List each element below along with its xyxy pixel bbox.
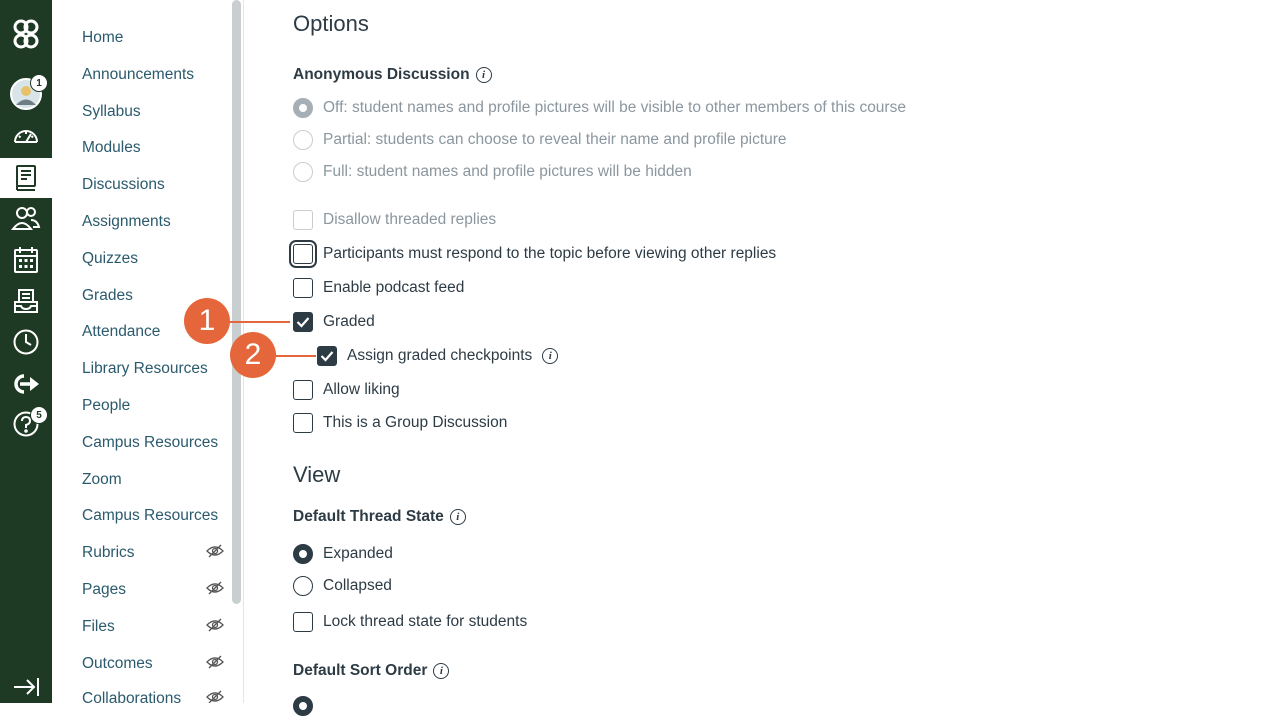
course-nav-assignments[interactable]: Assignments [82,213,171,231]
course-nav-syllabus[interactable]: Syllabus [82,103,141,121]
account-avatar[interactable]: 1 [0,74,52,114]
courses-icon[interactable] [0,158,52,198]
must-respond-checkbox[interactable]: Participants must respond to the topic b… [289,240,777,268]
anonymous-discussion-text: Anonymous Discussion [293,66,470,83]
course-nav-library-resources[interactable]: Library Resources [82,360,208,378]
anonymous-discussion-label: Anonymous Discussion i [293,66,492,84]
course-nav-home[interactable]: Home [82,29,123,47]
course-nav-grades[interactable]: Grades [82,287,133,305]
history-icon[interactable] [0,322,52,362]
checkbox-label: Assign graded checkpoints [347,347,533,364]
course-nav-modules[interactable]: Modules [82,139,141,157]
group-discussion-checkbox[interactable]: This is a Group Discussion [293,413,507,433]
course-nav-quizzes[interactable]: Quizzes [82,250,138,268]
course-nav-outcomes[interactable]: Outcomes [82,655,153,673]
checkbox-label: Graded [323,313,375,330]
info-icon[interactable]: i [449,509,466,525]
checkbox-label: This is a Group Discussion [323,414,508,431]
anonymous-partial-radio[interactable]: Partial: students can choose to reveal t… [293,130,787,150]
eye-slash-icon [206,655,224,669]
anonymous-off-radio[interactable]: Off: student names and profile pictures … [293,98,906,118]
eye-slash-icon [206,618,224,632]
info-icon[interactable]: i [475,67,492,83]
expanded-radio[interactable]: Expanded [293,544,393,564]
options-heading: Options [293,11,369,36]
radio-label: Expanded [323,545,393,562]
groups-icon[interactable] [0,198,52,238]
checkbox[interactable] [293,380,313,400]
checkbox[interactable] [293,210,313,230]
graded-checkbox[interactable]: Graded [293,312,375,332]
course-nav-rubrics[interactable]: Rubrics [82,544,135,562]
collapse-nav-icon[interactable] [0,667,52,707]
collapsed-radio[interactable]: Collapsed [293,576,392,596]
callout-1: 1 [184,298,230,344]
callout-leader-1 [228,321,290,323]
help-badge: 5 [30,406,48,424]
checkbox[interactable] [293,312,313,332]
checkbox[interactable] [293,612,313,632]
radio-button[interactable] [293,130,313,150]
dashboard-icon[interactable] [0,117,52,157]
radio-label: Partial: students can choose to reveal t… [323,131,787,148]
sort-order-text: Default Sort Order [293,662,428,679]
radio-button[interactable] [293,162,313,182]
course-nav-collaborations[interactable]: Collaborations [82,690,181,703]
disallow-threaded-checkbox[interactable]: Disallow threaded replies [293,210,496,230]
global-navigation: 1 5 [0,0,52,703]
checkbox[interactable] [293,413,313,433]
thread-state-text: Default Thread State [293,508,444,525]
checkbox-label: Enable podcast feed [323,279,465,296]
sort-order-label: Default Sort Order i [293,662,450,680]
podcast-feed-checkbox[interactable]: Enable podcast feed [293,278,464,298]
checkmark-icon [296,317,310,328]
course-nav-campus-resources[interactable]: Campus Resources [82,434,218,452]
inbox-icon[interactable] [0,281,52,321]
radio-label: Collapsed [323,577,392,594]
course-nav-zoom[interactable]: Zoom [82,471,122,489]
eye-slash-icon [206,544,224,558]
checkbox[interactable] [289,240,317,268]
callout-2: 2 [230,332,276,378]
radio-label: Full: student names and profile pictures… [323,163,692,180]
checkmark-icon [320,351,334,362]
commons-icon[interactable] [0,364,52,404]
help-icon[interactable]: 5 [0,404,52,444]
thread-state-label: Default Thread State i [293,508,466,526]
info-icon[interactable]: i [433,663,450,679]
eye-slash-icon [206,581,224,595]
eye-slash-icon [206,690,224,703]
checkbox[interactable] [293,278,313,298]
course-nav-people[interactable]: People [82,397,130,415]
course-nav-files[interactable]: Files [82,618,115,636]
radio-button[interactable] [293,576,313,596]
course-nav-pages[interactable]: Pages [82,581,126,599]
info-icon[interactable]: i [542,348,559,364]
checkbox-label: Disallow threaded replies [323,211,497,228]
course-navigation: Home Announcements Syllabus Modules Disc… [52,0,230,703]
anonymous-full-radio[interactable]: Full: student names and profile pictures… [293,162,692,182]
radio-label: Off: student names and profile pictures … [323,99,906,116]
account-badge: 1 [30,74,48,92]
logo-icon[interactable] [0,14,52,54]
course-nav-announcements[interactable]: Announcements [82,66,194,84]
checkbox-label: Lock thread state for students [323,613,528,630]
main-content: Options Anonymous Discussion i Off: stud… [245,0,1262,716]
view-heading: View [293,462,341,487]
allow-liking-checkbox[interactable]: Allow liking [293,380,400,400]
scrollbar-thumb[interactable] [232,0,241,604]
callout-leader-2 [274,355,316,357]
radio-button[interactable] [293,98,313,118]
sort-order-radio[interactable] [293,696,313,716]
course-nav-attendance[interactable]: Attendance [82,323,160,341]
course-nav-discussions[interactable]: Discussions [82,176,165,194]
radio-button[interactable] [293,544,313,564]
checkbox[interactable] [317,346,337,366]
course-nav-campus-resources-2[interactable]: Campus Resources [82,507,218,525]
checkbox-label: Allow liking [323,381,400,398]
calendar-icon[interactable] [0,240,52,280]
lock-thread-checkbox[interactable]: Lock thread state for students [293,612,527,632]
graded-checkpoints-checkbox[interactable]: Assign graded checkpoints i [317,346,559,366]
checkbox-label: Participants must respond to the topic b… [323,245,777,262]
